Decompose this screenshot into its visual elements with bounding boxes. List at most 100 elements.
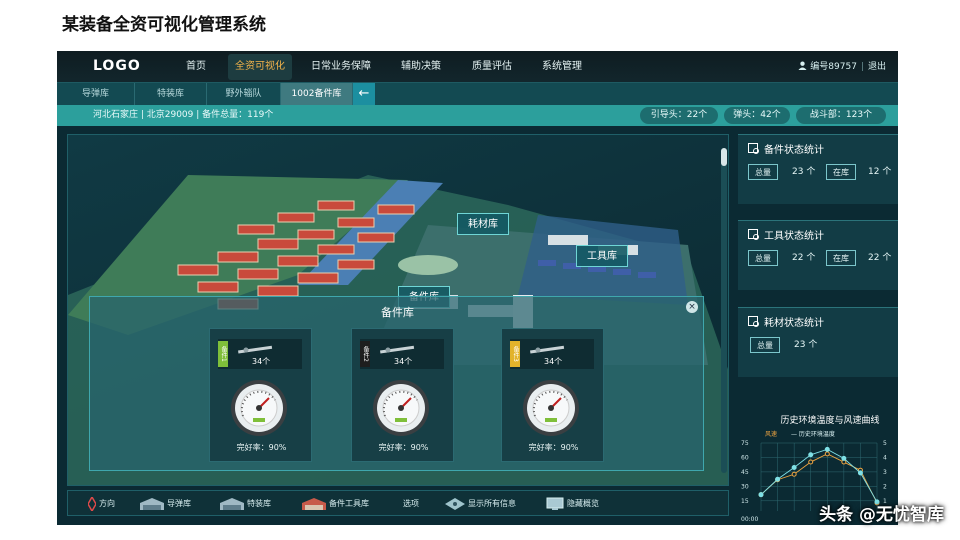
speedometer-gauge (231, 380, 287, 436)
location-summary: 河北石家庄 | 北京29009 | 备件总量：119个 (93, 110, 274, 120)
panel-title: 工具状态统计 (764, 231, 824, 242)
user-icon (798, 61, 807, 70)
logout-link[interactable]: 退出 (868, 62, 886, 72)
y-right-tick: 2 (883, 483, 887, 490)
tool-spare-tool-depot[interactable]: 备件工具库 (302, 491, 369, 517)
total-value: 23 个 (794, 340, 818, 350)
series-point-1 (808, 452, 814, 458)
label-consumables-depot[interactable]: 耗材库 (457, 213, 509, 235)
y-right-tick: 4 (883, 454, 887, 461)
tab-spare-depot-1002[interactable]: 1002备件库 (281, 83, 353, 105)
compass-icon (88, 496, 96, 511)
chart-title: 历史环境温度与风速曲线 (780, 416, 880, 426)
logo: LOGO (93, 58, 141, 74)
sub-tabs: 导弹库 特装库 野外辎队 1002备件库 ← (57, 83, 898, 105)
warehouse-icon (220, 497, 244, 510)
y-left-tick: 60 (741, 454, 749, 461)
user-id: 编号89757 (810, 62, 857, 72)
watermark: 头条 @无忧智库 (819, 505, 944, 525)
label-tools-depot[interactable]: 工具库 (576, 245, 628, 267)
nav-system-management[interactable]: 系统管理 (537, 51, 587, 83)
series-point-1 (758, 492, 764, 498)
tool-hide-overview[interactable]: 隐藏概览 (546, 491, 599, 517)
tab-missile-depot[interactable]: 导弹库 (57, 83, 135, 105)
spare-tag: 备件2 (360, 341, 370, 367)
scroll-thumb[interactable] (721, 148, 727, 166)
nav-quality-assessment[interactable]: 质量评估 (467, 51, 517, 83)
spare-rate: 完好率：90% (528, 443, 579, 452)
tab-field-unit[interactable]: 野外辎队 (207, 83, 281, 105)
top-navigation: LOGO 首页 全资可视化 日常业务保障 辅助决策 质量评估 系统管理 编号89… (57, 51, 898, 83)
series-point-0 (791, 471, 797, 477)
nav-decision-support[interactable]: 辅助决策 (396, 51, 446, 83)
total-badge: 总量 (748, 250, 778, 266)
tool-missile-depot[interactable]: 导弹库 (140, 491, 191, 517)
y-right-tick: 3 (883, 469, 887, 476)
nav-daily-support[interactable]: 日常业务保障 (306, 51, 376, 83)
spare-card-1[interactable]: 备件1 34个 完好率：90% (209, 328, 312, 462)
instock-badge: 在库 (826, 164, 856, 180)
close-icon[interactable]: × (686, 301, 698, 313)
spare-tag: 备件1 (218, 341, 228, 367)
y-right-tick: 5 (883, 440, 887, 447)
spare-count: 34个 (252, 357, 271, 366)
series-point-1 (857, 470, 863, 476)
spare-card-3[interactable]: 备件3 34个 完好率：90% (501, 328, 604, 462)
tool-show-all-info[interactable]: 显示所有信息 (445, 491, 516, 517)
spare-part-icon (530, 345, 565, 354)
pill-combat-part-count: 战斗部：123个 (796, 107, 886, 124)
popup-title: 备件库 (381, 306, 414, 319)
spare-part-icon (380, 345, 415, 354)
chart-search-icon (748, 316, 759, 327)
series-point-0 (808, 459, 814, 465)
tool-special-depot[interactable]: 特装库 (220, 491, 271, 517)
spares-stats-panel: 备件状态统计 总量 23 个 在库 12 个 (738, 134, 898, 204)
panel-title: 耗材状态统计 (764, 318, 824, 329)
tools-stats-panel: 工具状态统计 总量 22 个 在库 22 个 (738, 220, 898, 290)
x-tick: 00:00 (741, 516, 758, 523)
instock-badge: 在库 (826, 250, 856, 266)
instock-value: 12 个 (868, 167, 892, 177)
y-left-tick: 30 (741, 483, 749, 490)
panel-title: 备件状态统计 (764, 145, 824, 156)
info-bar: 河北石家庄 | 北京29009 | 备件总量：119个 引导头：22个 弹头：4… (57, 105, 898, 126)
series-point-1 (841, 455, 847, 461)
legend-wind: 风速 (765, 431, 777, 438)
series-point-1 (791, 464, 797, 470)
pill-warhead-count: 弹头：42个 (724, 107, 790, 124)
consumables-stats-panel: 耗材状态统计 总量 23 个 (738, 307, 898, 377)
bottom-toolbar: 方向 导弹库 特装库 备件工具库 选项 显示所有信息 隐藏概览 (67, 490, 729, 516)
total-badge: 总量 (748, 164, 778, 180)
tool-direction[interactable]: 方向 (88, 491, 115, 517)
pill-seeker-count: 引导头：22个 (640, 107, 718, 124)
legend-temperature: — 历史环境温度 (791, 430, 835, 438)
speedometer-gauge (373, 380, 429, 436)
monitor-icon (546, 497, 564, 510)
spares-depot-popup: 备件库 × 备件1 34个 完好率：90% 备件2 34个 完好率：90% 备件… (89, 296, 704, 471)
back-arrow-icon[interactable]: ← (353, 83, 375, 105)
speedometer-gauge (523, 380, 579, 436)
spare-card-2[interactable]: 备件2 34个 完好率：90% (351, 328, 454, 462)
spare-part-icon (238, 345, 273, 354)
app-window: LOGO 首页 全资可视化 日常业务保障 辅助决策 质量评估 系统管理 编号89… (57, 51, 898, 525)
total-badge: 总量 (750, 337, 780, 353)
user-area: 编号89757 | 退出 (798, 51, 886, 83)
tool-options[interactable]: 选项 (403, 491, 419, 517)
spare-rate: 完好率：90% (236, 443, 287, 452)
spare-tag: 备件3 (510, 341, 520, 367)
nav-asset-visualization[interactable]: 全资可视化 (228, 54, 292, 80)
spare-rate: 完好率：90% (378, 443, 429, 452)
warehouse-icon (140, 497, 164, 510)
spare-count: 34个 (544, 357, 563, 366)
y-left-tick: 75 (741, 440, 749, 447)
tab-special-depot[interactable]: 特装库 (135, 83, 207, 105)
chart-search-icon (748, 229, 759, 240)
series-point-1 (775, 476, 781, 482)
series-point-0 (824, 451, 830, 457)
total-value: 22 个 (792, 253, 816, 263)
chart-search-icon (748, 143, 759, 154)
scene-scrollbar[interactable] (721, 148, 727, 473)
y-left-tick: 15 (741, 498, 749, 505)
nav-home[interactable]: 首页 (175, 51, 217, 83)
slide-title: 某装备全资可视化管理系统 (62, 15, 266, 35)
